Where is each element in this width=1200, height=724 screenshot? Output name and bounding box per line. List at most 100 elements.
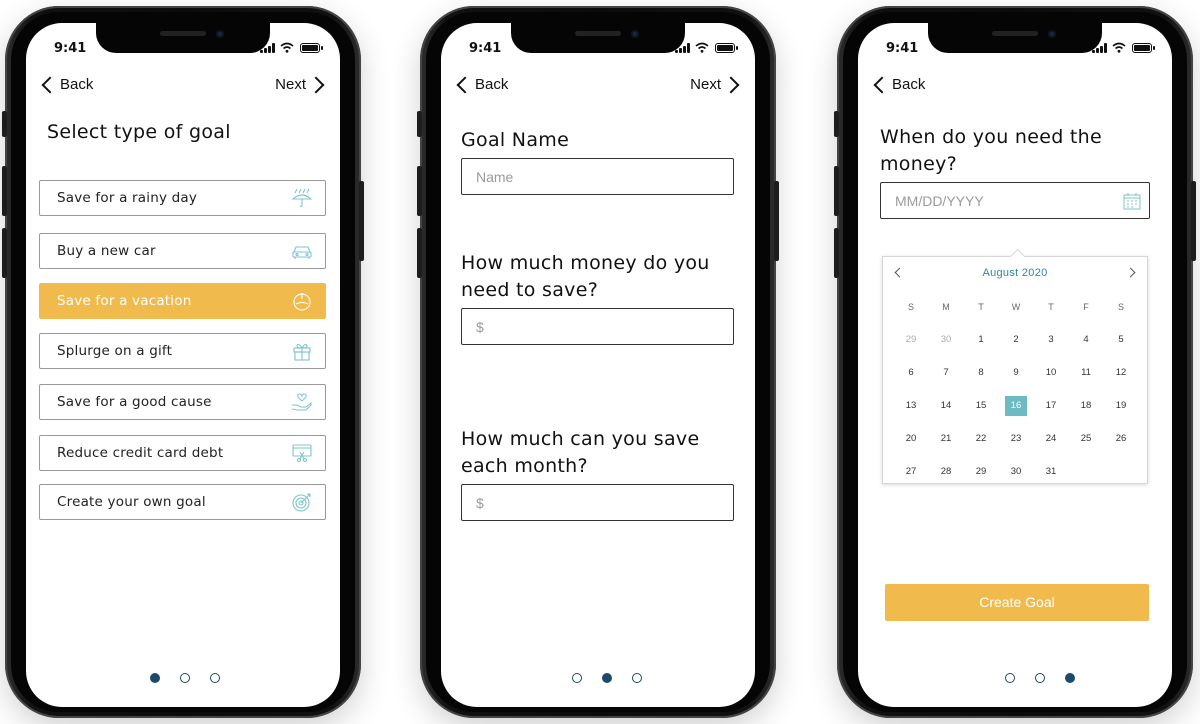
page-dot-2[interactable] [180, 673, 190, 683]
page-title: Select type of goal [47, 121, 231, 143]
monthly-input[interactable]: $ [461, 484, 734, 521]
heart-hand-icon [291, 393, 312, 411]
calendar-day[interactable]: 15 [970, 396, 992, 416]
status-time: 9:41 [886, 41, 919, 56]
weekday-label: T [978, 302, 984, 312]
weekday-label: W [1011, 302, 1021, 312]
beach-globe-icon [293, 293, 311, 311]
next-button[interactable]: Next [690, 76, 743, 93]
battery-icon [715, 43, 738, 53]
calendar-day[interactable]: 9 [1005, 363, 1027, 383]
calendar-day[interactable]: 5 [1110, 330, 1132, 350]
page-dot-3[interactable] [1065, 673, 1075, 683]
screen-goal-type: 9:41 Back Next Select type of goal Save … [26, 23, 340, 707]
calendar-day[interactable]: 29 [970, 462, 992, 482]
back-button[interactable]: Back [870, 76, 925, 93]
back-button[interactable]: Back [453, 76, 508, 93]
calendar-day[interactable]: 28 [935, 462, 957, 482]
goal-name-label: Goal Name [461, 129, 570, 151]
chevron-left-icon [873, 76, 891, 93]
page-dot-1[interactable] [1005, 673, 1015, 683]
page-indicator [26, 673, 340, 687]
status-time: 9:41 [54, 41, 87, 56]
calendar-day[interactable]: 18 [1075, 396, 1097, 416]
goal-name-input[interactable]: Name [461, 158, 734, 195]
calendar-day[interactable]: 30 [935, 330, 957, 350]
calendar-day[interactable]: 16 [1005, 396, 1027, 416]
calendar-day[interactable]: 27 [900, 462, 922, 482]
calendar-day[interactable]: 22 [970, 429, 992, 449]
goal-option-new-car[interactable]: Buy a new car [39, 233, 326, 269]
create-goal-button[interactable]: Create Goal [885, 584, 1149, 621]
calendar-day[interactable]: 8 [970, 363, 992, 383]
chevron-left-icon [456, 76, 474, 93]
calendar-day[interactable]: 29 [900, 330, 922, 350]
goal-option-rainy-day[interactable]: Save for a rainy day [39, 180, 326, 216]
calendar-icon[interactable] [1123, 192, 1141, 210]
page-dot-2[interactable] [602, 673, 612, 683]
goal-option-credit-card[interactable]: Reduce credit card debt [39, 435, 326, 471]
gift-icon [293, 343, 311, 361]
wifi-icon [1112, 42, 1126, 53]
calendar-day[interactable]: 30 [1005, 462, 1027, 482]
calendar-day[interactable]: 23 [1005, 429, 1027, 449]
notch [928, 23, 1102, 53]
credit-card-scissors-icon [292, 444, 312, 463]
back-button[interactable]: Back [38, 76, 93, 93]
notch [511, 23, 685, 53]
calendar-day[interactable]: 2 [1005, 330, 1027, 350]
goal-option-good-cause[interactable]: Save for a good cause [39, 384, 326, 420]
status-icons [250, 42, 323, 53]
calendar-day[interactable]: 20 [900, 429, 922, 449]
signal-icon [260, 43, 276, 53]
battery-icon [1132, 43, 1155, 53]
calendar-day[interactable]: 17 [1040, 396, 1062, 416]
screen-goal-date: 9:41 Back When do you need the money? MM… [858, 23, 1172, 707]
date-input[interactable]: MM/DD/YYYY [880, 182, 1150, 219]
next-button[interactable]: Next [275, 76, 328, 93]
calendar-day[interactable]: 12 [1110, 363, 1132, 383]
calendar-day[interactable]: 3 [1040, 330, 1062, 350]
notch [96, 23, 270, 53]
weekday-label: F [1083, 302, 1089, 312]
calendar-day[interactable]: 13 [900, 396, 922, 416]
calendar-day[interactable]: 6 [900, 363, 922, 383]
weekday-label: T [1048, 302, 1054, 312]
calendar-day[interactable]: 7 [935, 363, 957, 383]
page-dot-1[interactable] [150, 673, 160, 683]
calendar-day[interactable]: 10 [1040, 363, 1062, 383]
phone-frame-3: 9:41 Back When do you need the money? MM… [834, 6, 1196, 718]
goal-option-custom[interactable]: Create your own goal [39, 484, 326, 520]
status-time: 9:41 [469, 41, 502, 56]
save-total-input[interactable]: $ [461, 308, 734, 345]
monthly-label: How much can you save each month? [461, 428, 700, 477]
page-dot-3[interactable] [210, 673, 220, 683]
goal-option-gift[interactable]: Splurge on a gift [39, 333, 326, 369]
target-icon [292, 493, 311, 512]
calendar-day[interactable]: 4 [1075, 330, 1097, 350]
phone-frame-2: 9:41 Back Next Goal Name Name How much m… [417, 6, 779, 718]
wifi-icon [280, 42, 294, 53]
phone-frame-1: 9:41 Back Next Select type of goal Save … [2, 6, 364, 718]
page-indicator [858, 673, 1172, 687]
calendar-day[interactable]: 14 [935, 396, 957, 416]
goal-option-vacation[interactable]: Save for a vacation [39, 283, 326, 319]
calendar-day[interactable]: 26 [1110, 429, 1132, 449]
calendar-day[interactable]: 21 [935, 429, 957, 449]
weekday-label: S [1117, 302, 1124, 312]
screen-goal-details: 9:41 Back Next Goal Name Name How much m… [441, 23, 755, 707]
signal-icon [1092, 43, 1108, 53]
calendar-day[interactable]: 19 [1110, 396, 1132, 416]
umbrella-rain-icon [291, 188, 313, 207]
page-dot-3[interactable] [632, 673, 642, 683]
calendar-day[interactable]: 25 [1075, 429, 1097, 449]
battery-icon [300, 43, 323, 53]
chevron-right-icon [722, 76, 740, 93]
page-dot-2[interactable] [1035, 673, 1045, 683]
calendar-day[interactable]: 11 [1075, 363, 1097, 383]
calendar-day[interactable]: 24 [1040, 429, 1062, 449]
calendar-day[interactable]: 31 [1040, 462, 1062, 482]
chevron-left-icon [41, 76, 59, 93]
page-dot-1[interactable] [572, 673, 582, 683]
calendar-day[interactable]: 1 [970, 330, 992, 350]
